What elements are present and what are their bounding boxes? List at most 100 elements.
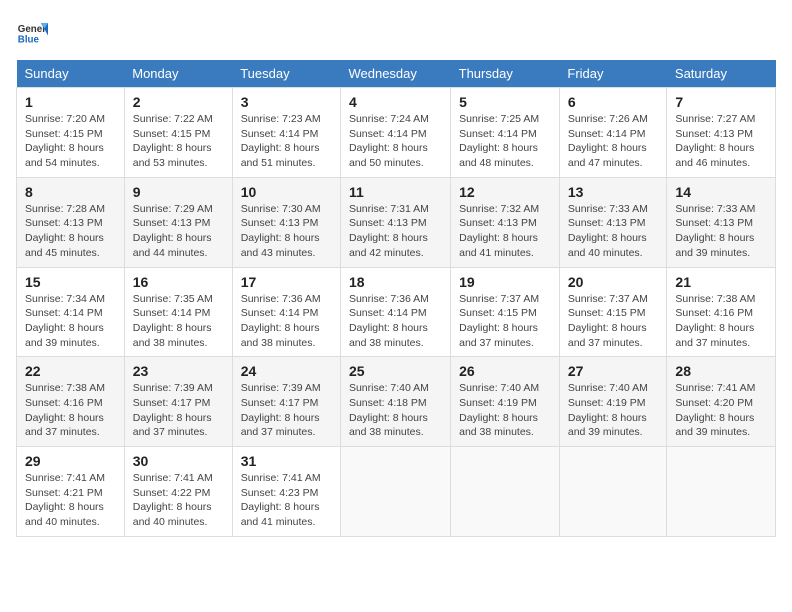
calendar-cell	[559, 447, 667, 537]
day-number: 14	[675, 184, 767, 200]
calendar-cell	[340, 447, 450, 537]
calendar-cell: 4 Sunrise: 7:24 AM Sunset: 4:14 PM Dayli…	[340, 88, 450, 178]
calendar-cell: 2 Sunrise: 7:22 AM Sunset: 4:15 PM Dayli…	[124, 88, 232, 178]
sunrise-label: Sunrise: 7:28 AM	[25, 203, 105, 215]
day-info: Sunrise: 7:38 AM Sunset: 4:16 PM Dayligh…	[675, 292, 767, 351]
daylight-label: Daylight: 8 hours and 38 minutes.	[349, 322, 428, 349]
day-info: Sunrise: 7:20 AM Sunset: 4:15 PM Dayligh…	[25, 112, 116, 171]
day-info: Sunrise: 7:40 AM Sunset: 4:19 PM Dayligh…	[459, 381, 551, 440]
calendar-cell: 11 Sunrise: 7:31 AM Sunset: 4:13 PM Dayl…	[340, 177, 450, 267]
day-number: 7	[675, 94, 767, 110]
weekday-header-sunday: Sunday	[17, 60, 125, 88]
day-info: Sunrise: 7:37 AM Sunset: 4:15 PM Dayligh…	[568, 292, 659, 351]
sunrise-label: Sunrise: 7:40 AM	[568, 382, 648, 394]
day-number: 19	[459, 274, 551, 290]
day-info: Sunrise: 7:40 AM Sunset: 4:19 PM Dayligh…	[568, 381, 659, 440]
daylight-label: Daylight: 8 hours and 51 minutes.	[241, 142, 320, 169]
daylight-label: Daylight: 8 hours and 37 minutes.	[133, 412, 212, 439]
calendar-cell: 23 Sunrise: 7:39 AM Sunset: 4:17 PM Dayl…	[124, 357, 232, 447]
sunset-label: Sunset: 4:14 PM	[568, 128, 646, 140]
day-number: 30	[133, 453, 224, 469]
calendar-cell: 31 Sunrise: 7:41 AM Sunset: 4:23 PM Dayl…	[232, 447, 340, 537]
calendar-header-row: SundayMondayTuesdayWednesdayThursdayFrid…	[17, 60, 776, 88]
daylight-label: Daylight: 8 hours and 39 minutes.	[25, 322, 104, 349]
calendar-cell: 1 Sunrise: 7:20 AM Sunset: 4:15 PM Dayli…	[17, 88, 125, 178]
sunset-label: Sunset: 4:15 PM	[459, 307, 537, 319]
calendar-week-3: 15 Sunrise: 7:34 AM Sunset: 4:14 PM Dayl…	[17, 267, 776, 357]
calendar-cell: 10 Sunrise: 7:30 AM Sunset: 4:13 PM Dayl…	[232, 177, 340, 267]
sunrise-label: Sunrise: 7:41 AM	[675, 382, 755, 394]
sunrise-label: Sunrise: 7:23 AM	[241, 113, 321, 125]
calendar-cell: 5 Sunrise: 7:25 AM Sunset: 4:14 PM Dayli…	[451, 88, 560, 178]
daylight-label: Daylight: 8 hours and 46 minutes.	[675, 142, 754, 169]
day-number: 2	[133, 94, 224, 110]
day-info: Sunrise: 7:25 AM Sunset: 4:14 PM Dayligh…	[459, 112, 551, 171]
logo: General Blue	[16, 16, 52, 48]
day-number: 3	[241, 94, 332, 110]
sunrise-label: Sunrise: 7:24 AM	[349, 113, 429, 125]
sunset-label: Sunset: 4:20 PM	[675, 397, 753, 409]
day-info: Sunrise: 7:22 AM Sunset: 4:15 PM Dayligh…	[133, 112, 224, 171]
calendar-cell	[451, 447, 560, 537]
calendar-cell: 18 Sunrise: 7:36 AM Sunset: 4:14 PM Dayl…	[340, 267, 450, 357]
day-number: 9	[133, 184, 224, 200]
calendar-cell: 15 Sunrise: 7:34 AM Sunset: 4:14 PM Dayl…	[17, 267, 125, 357]
daylight-label: Daylight: 8 hours and 47 minutes.	[568, 142, 647, 169]
day-number: 26	[459, 363, 551, 379]
day-info: Sunrise: 7:38 AM Sunset: 4:16 PM Dayligh…	[25, 381, 116, 440]
sunset-label: Sunset: 4:13 PM	[675, 128, 753, 140]
sunrise-label: Sunrise: 7:40 AM	[349, 382, 429, 394]
day-info: Sunrise: 7:36 AM Sunset: 4:14 PM Dayligh…	[241, 292, 332, 351]
sunrise-label: Sunrise: 7:33 AM	[675, 203, 755, 215]
day-info: Sunrise: 7:41 AM Sunset: 4:21 PM Dayligh…	[25, 471, 116, 530]
calendar-cell: 28 Sunrise: 7:41 AM Sunset: 4:20 PM Dayl…	[667, 357, 776, 447]
day-info: Sunrise: 7:27 AM Sunset: 4:13 PM Dayligh…	[675, 112, 767, 171]
day-info: Sunrise: 7:23 AM Sunset: 4:14 PM Dayligh…	[241, 112, 332, 171]
daylight-label: Daylight: 8 hours and 40 minutes.	[133, 501, 212, 528]
sunset-label: Sunset: 4:18 PM	[349, 397, 427, 409]
sunrise-label: Sunrise: 7:29 AM	[133, 203, 213, 215]
calendar-cell	[667, 447, 776, 537]
sunrise-label: Sunrise: 7:41 AM	[25, 472, 105, 484]
day-number: 17	[241, 274, 332, 290]
weekday-header-monday: Monday	[124, 60, 232, 88]
sunset-label: Sunset: 4:13 PM	[349, 217, 427, 229]
day-number: 31	[241, 453, 332, 469]
calendar-table: SundayMondayTuesdayWednesdayThursdayFrid…	[16, 60, 776, 537]
sunrise-label: Sunrise: 7:41 AM	[133, 472, 213, 484]
day-number: 5	[459, 94, 551, 110]
daylight-label: Daylight: 8 hours and 44 minutes.	[133, 232, 212, 259]
day-number: 20	[568, 274, 659, 290]
calendar-cell: 20 Sunrise: 7:37 AM Sunset: 4:15 PM Dayl…	[559, 267, 667, 357]
day-number: 1	[25, 94, 116, 110]
calendar-week-5: 29 Sunrise: 7:41 AM Sunset: 4:21 PM Dayl…	[17, 447, 776, 537]
daylight-label: Daylight: 8 hours and 40 minutes.	[25, 501, 104, 528]
day-number: 21	[675, 274, 767, 290]
page-header: General Blue	[16, 16, 776, 48]
sunset-label: Sunset: 4:14 PM	[25, 307, 103, 319]
sunrise-label: Sunrise: 7:38 AM	[675, 293, 755, 305]
daylight-label: Daylight: 8 hours and 37 minutes.	[25, 412, 104, 439]
day-number: 10	[241, 184, 332, 200]
daylight-label: Daylight: 8 hours and 48 minutes.	[459, 142, 538, 169]
daylight-label: Daylight: 8 hours and 39 minutes.	[675, 412, 754, 439]
day-info: Sunrise: 7:36 AM Sunset: 4:14 PM Dayligh…	[349, 292, 442, 351]
day-number: 25	[349, 363, 442, 379]
sunset-label: Sunset: 4:13 PM	[459, 217, 537, 229]
calendar-cell: 7 Sunrise: 7:27 AM Sunset: 4:13 PM Dayli…	[667, 88, 776, 178]
sunrise-label: Sunrise: 7:26 AM	[568, 113, 648, 125]
calendar-cell: 26 Sunrise: 7:40 AM Sunset: 4:19 PM Dayl…	[451, 357, 560, 447]
day-info: Sunrise: 7:29 AM Sunset: 4:13 PM Dayligh…	[133, 202, 224, 261]
sunset-label: Sunset: 4:16 PM	[25, 397, 103, 409]
sunrise-label: Sunrise: 7:20 AM	[25, 113, 105, 125]
sunrise-label: Sunrise: 7:39 AM	[133, 382, 213, 394]
daylight-label: Daylight: 8 hours and 37 minutes.	[675, 322, 754, 349]
sunset-label: Sunset: 4:14 PM	[133, 307, 211, 319]
day-number: 28	[675, 363, 767, 379]
calendar-cell: 19 Sunrise: 7:37 AM Sunset: 4:15 PM Dayl…	[451, 267, 560, 357]
day-info: Sunrise: 7:30 AM Sunset: 4:13 PM Dayligh…	[241, 202, 332, 261]
calendar-cell: 12 Sunrise: 7:32 AM Sunset: 4:13 PM Dayl…	[451, 177, 560, 267]
day-info: Sunrise: 7:39 AM Sunset: 4:17 PM Dayligh…	[133, 381, 224, 440]
sunset-label: Sunset: 4:13 PM	[133, 217, 211, 229]
weekday-header-thursday: Thursday	[451, 60, 560, 88]
